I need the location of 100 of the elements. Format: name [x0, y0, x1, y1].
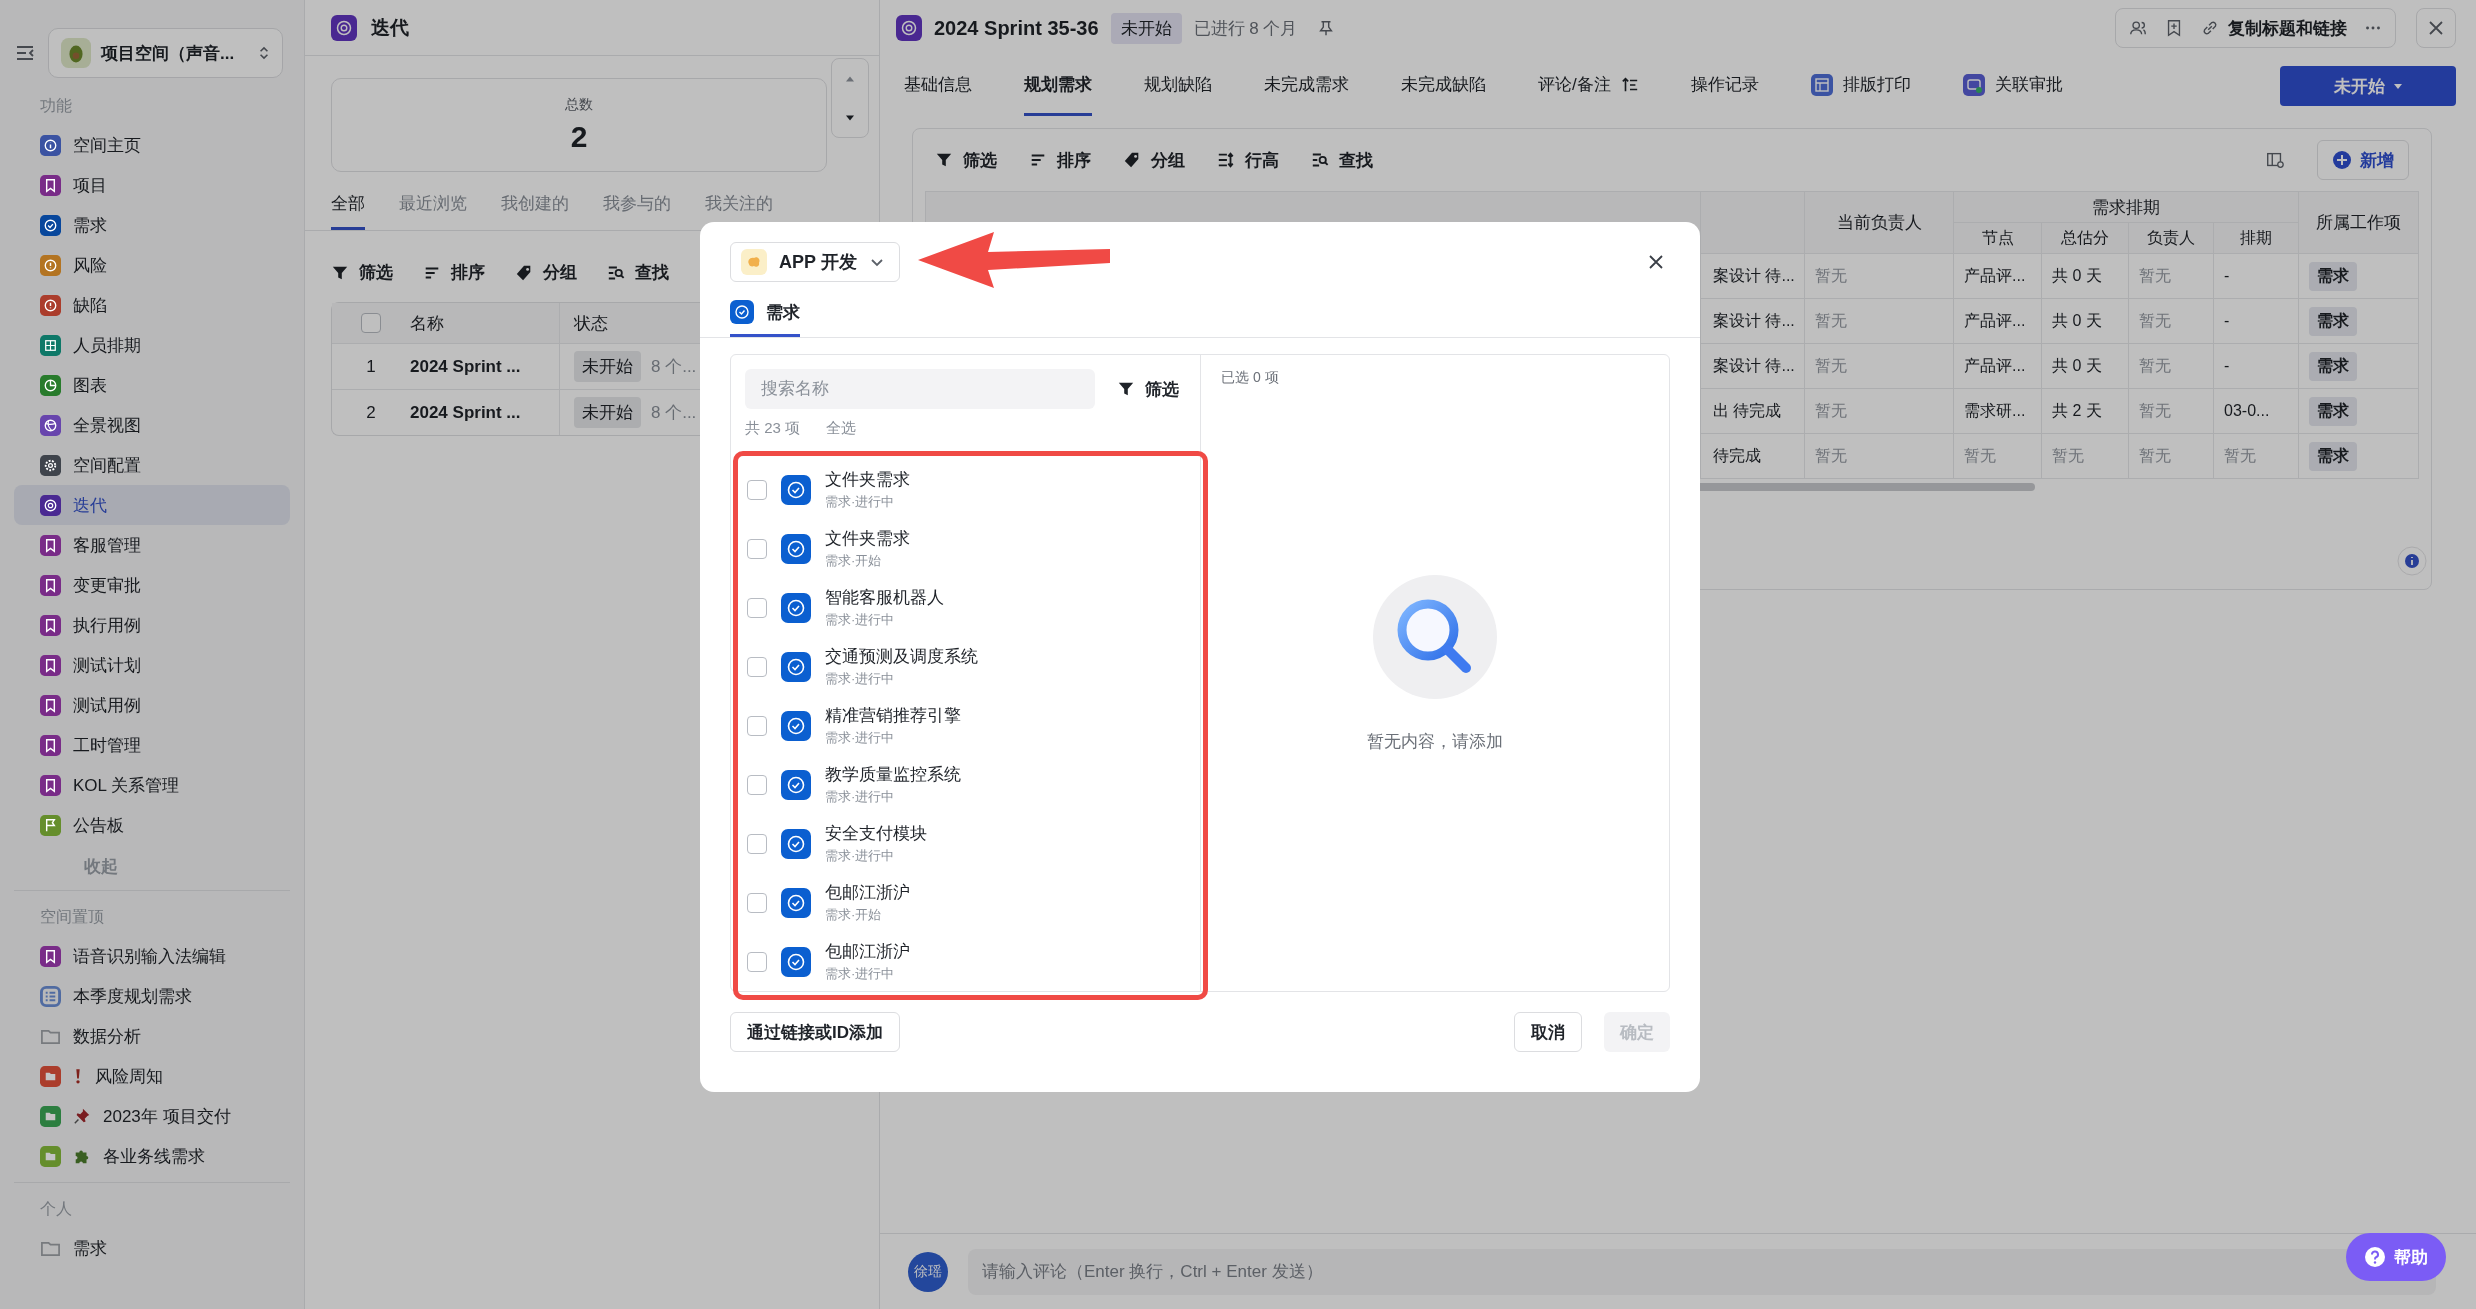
- add-by-link-button[interactable]: 通过链接或ID添加: [730, 1012, 900, 1052]
- toolbar-button[interactable]: 查找: [607, 261, 669, 284]
- tab[interactable]: 未完成需求: [1264, 56, 1349, 116]
- sidebar-item[interactable]: 测试用例: [14, 685, 290, 725]
- column-settings-icon[interactable]: [2265, 150, 2285, 170]
- space-selector[interactable]: 项目空间（声音...: [48, 28, 283, 78]
- item-title: 教学质量监控系统: [825, 764, 961, 786]
- sidebar-item[interactable]: 缺陷: [14, 285, 290, 325]
- table-cell: 案设计 待...: [1701, 299, 1805, 344]
- table-cell: -: [2214, 299, 2299, 344]
- sidebar-item[interactable]: 本季度规划需求: [14, 976, 290, 1016]
- list-item[interactable]: 文件夹需求 需求·进行中: [745, 460, 1186, 519]
- checkbox[interactable]: [747, 597, 767, 618]
- sidebar-item[interactable]: 项目: [14, 165, 290, 205]
- table-cell: 产品评...: [1954, 254, 2042, 299]
- tab[interactable]: 未完成缺陷: [1401, 56, 1486, 116]
- search-field[interactable]: 搜索名称: [745, 369, 1095, 409]
- column-header: 当前负责人: [1805, 192, 1954, 254]
- sidebar-item[interactable]: KOL 关系管理: [14, 765, 290, 805]
- list-item[interactable]: 包邮江浙沪 需求·进行中: [745, 932, 1186, 991]
- sidebar-item[interactable]: 图表: [14, 365, 290, 405]
- checkbox[interactable]: [747, 951, 767, 972]
- list-item[interactable]: 智能客服机器人 需求·进行中: [745, 578, 1186, 637]
- checkbox[interactable]: [747, 715, 767, 736]
- checkbox[interactable]: [747, 479, 767, 500]
- space-dropdown[interactable]: APP 开发: [730, 242, 900, 282]
- tab[interactable]: 规划缺陷: [1144, 56, 1212, 116]
- table-cell: 2024 Sprint ...: [410, 344, 560, 389]
- checkbox[interactable]: [747, 538, 767, 559]
- table-cell: 需求研...: [1954, 389, 2042, 434]
- table-cell-text: 8 个...: [651, 356, 697, 378]
- checkbox[interactable]: [747, 656, 767, 677]
- sidebar-item[interactable]: 语音识别输入法编辑: [14, 936, 290, 976]
- checkbox[interactable]: [747, 892, 767, 913]
- sidebar-item[interactable]: 迭代: [14, 485, 290, 525]
- list-item[interactable]: 安全支付模块 需求·进行中: [745, 814, 1186, 873]
- sidebar-item[interactable]: 变更审批: [14, 565, 290, 605]
- work-item-tag: 需求: [2309, 396, 2357, 426]
- item-subtitle: 需求·开始: [825, 552, 883, 570]
- cancel-button[interactable]: 取消: [1514, 1012, 1582, 1052]
- sidebar-item[interactable]: 风险: [14, 245, 290, 285]
- table-cell: 暂无: [1805, 344, 1954, 389]
- checkbox[interactable]: [747, 774, 767, 795]
- info-icon[interactable]: [2397, 546, 2427, 576]
- sidebar-item[interactable]: 需求: [14, 205, 290, 245]
- item-title: 精准营销推荐引擎: [825, 705, 961, 727]
- tab[interactable]: 关联审批: [1962, 56, 2063, 116]
- sidebar-item[interactable]: 各业务线需求: [14, 1136, 290, 1176]
- list-item[interactable]: 教学质量监控系统 需求·进行中: [745, 755, 1186, 814]
- tab[interactable]: 规划需求: [1024, 56, 1092, 116]
- tab[interactable]: 操作记录: [1690, 56, 1759, 116]
- toolbar-button[interactable]: 分组: [515, 261, 577, 284]
- tab[interactable]: 排版打印: [1810, 56, 1911, 116]
- sidebar-item[interactable]: 执行用例: [14, 605, 290, 645]
- sidebar-item[interactable]: 2023年 项目交付: [14, 1096, 290, 1136]
- toolbar-button[interactable]: 行高: [1217, 148, 1279, 172]
- tag-icon: [1123, 151, 1141, 169]
- table-cell: 产品评...: [1954, 299, 2042, 344]
- toolbar-button[interactable]: 排序: [1029, 148, 1091, 172]
- status-dropdown-button[interactable]: 未开始: [2280, 66, 2456, 106]
- table-cell: -: [2214, 344, 2299, 389]
- sidebar-item[interactable]: 测试计划: [14, 645, 290, 685]
- sidebar-item[interactable]: 全景视图: [14, 405, 290, 445]
- table-cell: 暂无: [1805, 299, 1954, 344]
- table-cell: 出 待完成: [1701, 389, 1805, 434]
- tab[interactable]: 基础信息: [904, 56, 972, 116]
- list-item[interactable]: 包邮江浙沪 需求·开始: [745, 873, 1186, 932]
- tab[interactable]: 全部: [331, 186, 365, 230]
- filter-button[interactable]: 筛选: [1117, 377, 1179, 401]
- find-icon: [1311, 151, 1329, 169]
- add-button[interactable]: 新增: [2317, 140, 2409, 180]
- sidebar-item[interactable]: 数据分析: [14, 1016, 290, 1056]
- sidebar-item[interactable]: 风险周知: [14, 1056, 290, 1096]
- tab[interactable]: 评论/备注: [1538, 56, 1639, 116]
- list-item[interactable]: 精准营销推荐引擎 需求·进行中: [745, 696, 1186, 755]
- list-item[interactable]: 文件夹需求 需求·开始: [745, 519, 1186, 578]
- sidebar-item[interactable]: 人员排期: [14, 325, 290, 365]
- sidebar-item[interactable]: 需求: [14, 1228, 290, 1268]
- checkbox[interactable]: [361, 313, 381, 333]
- toolbar-button[interactable]: 排序: [423, 261, 485, 284]
- item-subtitle: 需求·进行中: [825, 493, 896, 511]
- toolbar-button[interactable]: 分组: [1123, 148, 1185, 172]
- sidebar-item[interactable]: 工时管理: [14, 725, 290, 765]
- sidebar-item[interactable]: 客服管理: [14, 525, 290, 565]
- toolbar-button[interactable]: 筛选: [935, 148, 997, 172]
- table-cell: 暂无: [2129, 254, 2214, 299]
- copy-link-button[interactable]: 复制标题和链接: [2200, 16, 2347, 40]
- toolbar-button[interactable]: 查找: [1311, 148, 1373, 172]
- sidebar-item[interactable]: 空间配置: [14, 445, 290, 485]
- help-button[interactable]: 帮助: [2346, 1233, 2446, 1281]
- sidebar-item[interactable]: 空间主页: [14, 125, 290, 165]
- tab[interactable]: 需求: [730, 294, 800, 337]
- list-item[interactable]: 交通预测及调度系统 需求·进行中: [745, 637, 1186, 696]
- item-title: 智能客服机器人: [825, 587, 944, 609]
- checkbox[interactable]: [747, 833, 767, 854]
- column-header: 状态: [573, 312, 608, 335]
- table-cell: 案设计 待...: [1701, 344, 1805, 389]
- panel-title: 迭代: [371, 15, 409, 40]
- sidebar-item[interactable]: 公告板: [14, 805, 290, 845]
- toolbar-button[interactable]: 筛选: [331, 261, 393, 284]
